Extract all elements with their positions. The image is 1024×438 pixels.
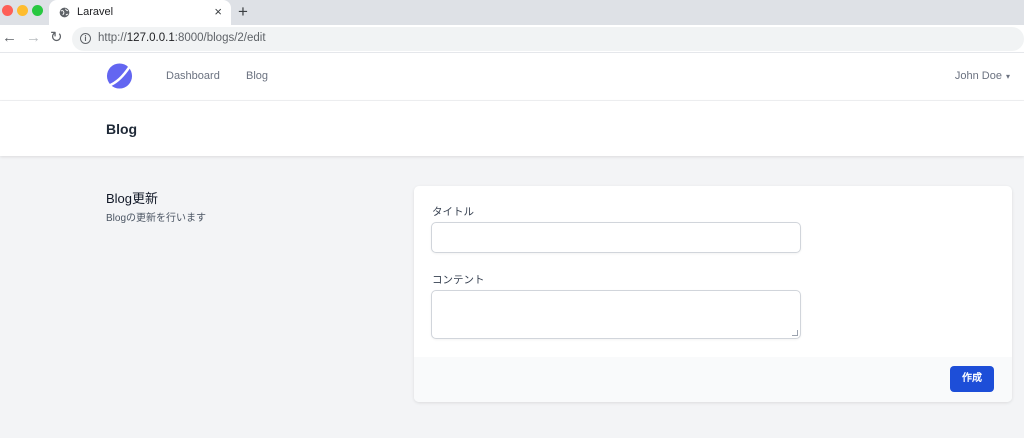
forward-arrow-icon[interactable]: →	[26, 30, 41, 46]
close-window-button[interactable]	[2, 5, 13, 16]
nav-link-blog[interactable]: Blog	[246, 70, 268, 82]
info-icon[interactable]: i	[80, 33, 91, 44]
nav-link-dashboard[interactable]: Dashboard	[166, 70, 220, 82]
app-navbar: Dashboard Blog John Doe ▾	[0, 53, 1024, 101]
blog-edit-form: タイトル コンテント 作成	[414, 186, 1012, 402]
content-textarea[interactable]	[431, 290, 801, 339]
page-title: Blog	[106, 121, 138, 137]
user-menu[interactable]: John Doe ▾	[955, 70, 1010, 82]
section-title: Blog更新	[106, 191, 159, 206]
user-name: John Doe	[954, 70, 1002, 82]
browser-tab-bar: Laravel × +	[0, 0, 1024, 25]
chevron-down-icon: ▾	[1005, 72, 1010, 81]
page-header: Blog	[0, 101, 1024, 156]
new-tab-button[interactable]: +	[238, 3, 248, 21]
maximize-window-button[interactable]	[32, 5, 43, 16]
title-label: タイトル	[432, 206, 474, 218]
reload-icon[interactable]: ↻	[50, 30, 63, 46]
submit-button[interactable]: 作成	[950, 366, 994, 392]
resize-handle-icon[interactable]	[792, 330, 798, 336]
back-arrow-icon[interactable]: ←	[2, 30, 17, 46]
browser-tab[interactable]: Laravel ×	[49, 0, 231, 25]
app-logo[interactable]	[106, 62, 133, 90]
minimize-window-button[interactable]	[17, 5, 28, 16]
content-label: コンテント	[432, 274, 485, 286]
form-footer: 作成	[414, 357, 1012, 402]
tab-title: Laravel	[77, 6, 114, 18]
title-input[interactable]	[431, 222, 801, 253]
url-bar[interactable]: i http://127.0.0.1:8000/blogs/2/edit	[72, 27, 1024, 51]
section-description: Blogの更新を行います	[106, 213, 207, 224]
url-text[interactable]: http://127.0.0.1:8000/blogs/2/edit	[98, 32, 266, 44]
address-bar-row: ← → ↻ i http://127.0.0.1:8000/blogs/2/ed…	[0, 25, 1024, 53]
globe-icon	[59, 7, 70, 18]
tab-close-icon[interactable]: ×	[214, 4, 222, 20]
